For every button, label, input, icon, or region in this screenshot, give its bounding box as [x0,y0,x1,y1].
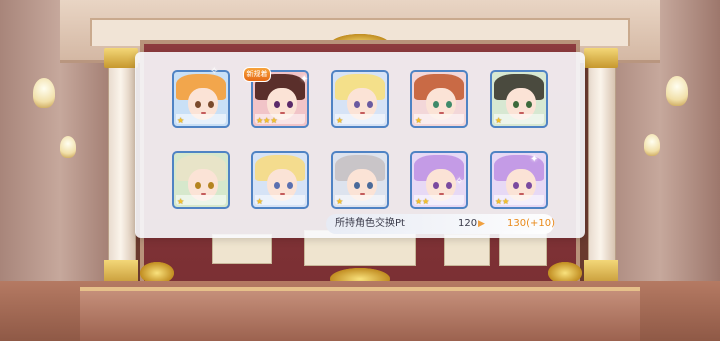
board-paper [444,234,490,266]
wall-lamp-icon [60,136,76,158]
star-rating-icon: ★ [177,197,185,206]
character-card[interactable]: ★ [172,151,230,209]
star-rating-icon: ★ [336,116,344,125]
eye [446,101,452,108]
eye [446,182,452,189]
eye [433,182,439,189]
star-rating-icon: ★★ [495,197,510,206]
eye [208,182,214,189]
eye [274,182,280,189]
pt-before-value: 120 [458,218,478,229]
character-card[interactable]: ★★ [490,151,548,209]
eye [354,182,360,189]
star-rating-icon: ★ [177,116,185,125]
character-card[interactable]: ★ [251,151,309,209]
eye [367,182,373,189]
sparkle-icon: ✧ [210,66,219,77]
sparkle-icon: ✧ [455,176,464,187]
eye [274,101,280,108]
eye [287,182,293,189]
eye [287,101,293,108]
new-badge: 新规着 [243,67,271,82]
eye [526,101,532,108]
star-rating-icon: ★★★ [256,116,278,125]
eye [513,101,519,108]
eye [513,182,519,189]
character-card[interactable]: ★ [331,151,389,209]
eye [526,182,532,189]
eye [208,101,214,108]
eye [195,101,201,108]
desk [80,287,640,341]
character-card[interactable]: ★ [410,70,468,128]
left-pillar-cap [104,48,138,68]
character-card[interactable]: ★ [331,70,389,128]
wall-lamp-icon [666,76,688,106]
star-rating-icon: ★ [495,116,503,125]
board-paper [212,234,272,264]
eye [354,101,360,108]
star-rating-icon: ★ [415,116,423,125]
star-rating-icon: ★★ [415,197,430,206]
star-rating-icon: ★ [256,197,264,206]
character-card[interactable]: ★ [172,70,230,128]
eye [195,182,201,189]
sparkle-icon: ✦ [530,154,539,165]
arrow-right-icon: ▶ [478,219,485,229]
exchange-pt-row: 所持角色交换Pt 120 ▶ 130(+10) [326,214,555,234]
wall-lamp-icon [644,134,660,156]
sparkle-icon: ✦ [300,74,309,85]
character-card[interactable]: ★ [490,70,548,128]
star-rating-icon: ★ [336,197,344,206]
eye [433,101,439,108]
pt-label: 所持角色交换Pt [335,218,405,229]
eye [367,101,373,108]
right-pillar-cap [584,48,618,68]
wall-lamp-icon [33,78,55,108]
pt-after-value: 130(+10) [507,218,555,229]
